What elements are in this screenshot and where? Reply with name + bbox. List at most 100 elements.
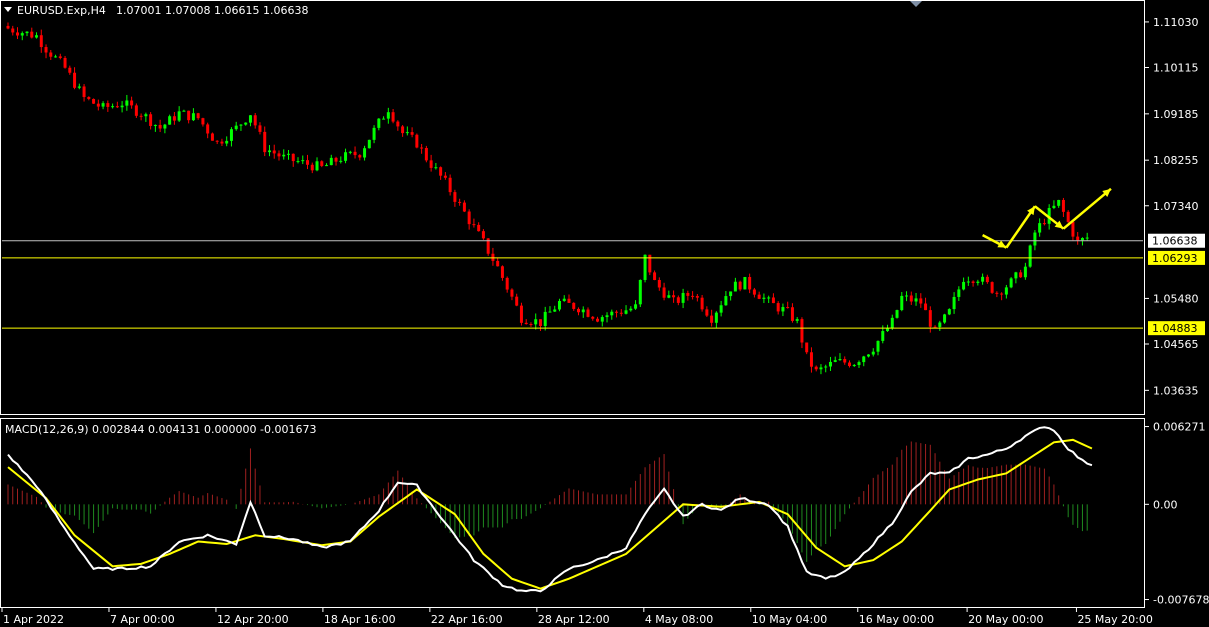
candle-body <box>58 56 62 58</box>
candle-body <box>44 47 48 53</box>
candle-body <box>781 307 785 312</box>
candle-body <box>120 105 124 108</box>
candle-body <box>163 124 167 129</box>
trading-chart[interactable]: 1.11030 1.10115 1.09185 1.08255 1.07340 1.054… <box>0 0 1209 627</box>
candle-body <box>900 295 904 311</box>
candle-body <box>377 118 381 128</box>
candle-body <box>439 167 443 176</box>
candle-body <box>30 31 34 38</box>
candle-body <box>729 291 733 297</box>
candle-body <box>1014 272 1018 279</box>
price-tick-label: 1.05480 <box>1153 292 1199 305</box>
candle-body <box>296 161 300 163</box>
candle-body <box>824 366 828 368</box>
candle-body <box>881 331 885 341</box>
candle-body <box>990 282 994 293</box>
candle-body <box>581 309 585 313</box>
candle-body <box>634 304 638 309</box>
time-tick-label: 4 May 08:00 <box>645 613 713 626</box>
level-price-label: 1.04883 <box>1152 322 1198 335</box>
candle-body <box>776 303 780 312</box>
candle-body <box>467 211 471 225</box>
time-tick-label: 7 Apr 00:00 <box>110 613 175 626</box>
candle-body <box>500 266 504 278</box>
candle-body <box>933 326 937 328</box>
candle-body <box>814 366 818 370</box>
candle-body <box>976 281 980 283</box>
candle-body <box>1038 223 1042 233</box>
candle-body <box>662 287 666 298</box>
candle-body <box>952 296 956 310</box>
candle-body <box>562 298 566 301</box>
price-tick-label: 1.08255 <box>1153 154 1199 167</box>
candle-body <box>144 114 148 117</box>
candle-body <box>1023 266 1027 278</box>
candle-body <box>168 116 172 125</box>
candle-body <box>348 151 352 153</box>
candle-body <box>705 309 709 316</box>
candle-body <box>928 310 932 327</box>
candle-body <box>895 310 899 318</box>
time-tick-label: 10 May 04:00 <box>752 613 827 626</box>
candle-body <box>201 118 205 125</box>
candle-body <box>591 316 595 319</box>
candle-body <box>382 118 386 120</box>
candle-body <box>220 141 224 144</box>
candle-body <box>272 150 276 154</box>
candle-body <box>149 114 153 126</box>
candle-body <box>572 302 576 309</box>
candle-body <box>16 32 20 36</box>
candle-body <box>344 152 348 161</box>
candle-body <box>424 148 428 161</box>
candle-body <box>77 86 81 88</box>
time-tick-label: 18 Apr 16:00 <box>324 613 396 626</box>
candle-body <box>805 342 809 353</box>
candle-body <box>1071 221 1075 237</box>
candle-body <box>87 97 91 99</box>
candle-body <box>971 281 975 283</box>
candle-body <box>605 315 609 318</box>
candle-body <box>548 311 552 313</box>
candle-body <box>719 305 723 313</box>
candle-body <box>73 72 77 88</box>
candle-body <box>596 318 600 322</box>
macd-tick-label: 0.006271 <box>1153 421 1206 434</box>
candle-body <box>229 129 233 141</box>
candle-body <box>738 281 742 290</box>
candle-body <box>843 359 847 363</box>
candle-body <box>63 57 67 68</box>
candle-body <box>691 295 695 297</box>
candle-body <box>919 298 923 304</box>
candle-body <box>35 35 39 38</box>
candle-body <box>1019 272 1023 278</box>
macd-tick-label: -0.007678 <box>1153 594 1209 607</box>
candle-body <box>790 307 794 321</box>
candle-body <box>39 35 43 48</box>
candle-body <box>310 164 314 171</box>
time-tick-label: 20 May 00:00 <box>968 613 1043 626</box>
candle-body <box>372 127 376 140</box>
candle-body <box>681 292 685 303</box>
candle-body <box>938 322 942 327</box>
candle-body <box>543 311 547 326</box>
level-price-label: 1.06293 <box>1152 252 1198 265</box>
candle-body <box>196 113 200 119</box>
candle-body <box>320 161 324 166</box>
candle-body <box>947 309 951 315</box>
candle-body <box>748 277 752 290</box>
candle-body <box>557 300 561 310</box>
candle-body <box>553 309 557 312</box>
candle-body <box>1009 278 1013 288</box>
candle-body <box>1080 238 1084 241</box>
candle-body <box>434 167 438 169</box>
time-tick-label: 22 Apr 16:00 <box>431 613 503 626</box>
candle-body <box>177 111 181 121</box>
candle-body <box>82 86 86 98</box>
candle-body <box>405 132 409 134</box>
candle-body <box>624 310 628 314</box>
candle-body <box>724 296 728 306</box>
candle-body <box>25 31 29 34</box>
candle-body <box>410 132 414 135</box>
candle-body <box>472 224 476 226</box>
candle-body <box>325 165 329 167</box>
